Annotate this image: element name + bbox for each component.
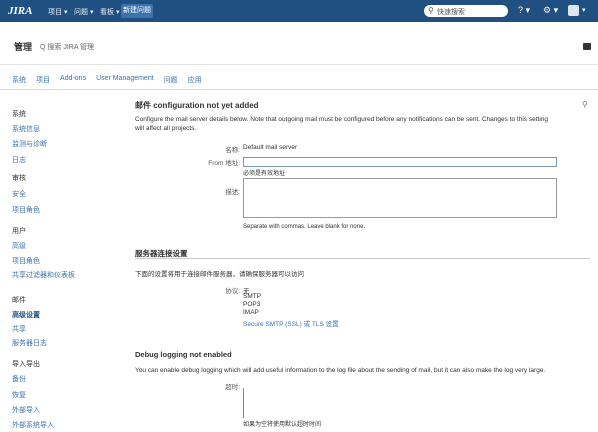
- timeout-help: 如果为空将使用默认超时时间: [243, 422, 322, 428]
- page-title: 管理: [14, 42, 33, 52]
- protocol-option[interactable]: IMAP: [243, 309, 259, 316]
- from-address-label: From 地址:: [208, 160, 240, 167]
- menu-boards[interactable]: 看板 ▾: [100, 7, 119, 17]
- sidebar-item[interactable]: 外部系统导入: [12, 420, 54, 430]
- name-value: Default mail server: [243, 144, 298, 151]
- sidebar-item[interactable]: 监测与诊断: [12, 139, 47, 149]
- sidebar-item[interactable]: 项目角色: [12, 256, 40, 266]
- from-address-help: 必须是有效地址: [243, 171, 286, 177]
- debug-description: You can enable debug logging which will …: [135, 367, 546, 374]
- tab-issues[interactable]: 问题: [164, 75, 178, 85]
- tabs-divider: [0, 89, 598, 90]
- search-icon: ⚲: [428, 6, 434, 15]
- menu-projects[interactable]: 项目 ▾: [48, 7, 67, 17]
- from-address-field[interactable]: [243, 157, 557, 167]
- description-help: Separate with commas. Leave blank for no…: [243, 224, 366, 230]
- chevron-down-icon[interactable]: ▾: [582, 6, 586, 14]
- admin-menu-icon[interactable]: [583, 43, 591, 50]
- sidebar-item[interactable]: 备份: [12, 374, 26, 384]
- sidebar-item[interactable]: 恢复: [12, 390, 26, 400]
- sidebar-item[interactable]: 项目角色: [12, 205, 40, 215]
- section-description: Configure the mail server details below.…: [135, 116, 548, 123]
- sidebar-item[interactable]: 高级: [12, 241, 26, 251]
- sidebar-heading: 审核: [12, 175, 26, 182]
- protocol-label: 协议:: [225, 288, 240, 295]
- quick-search-placeholder: 快速搜索: [437, 9, 465, 16]
- timeout-field[interactable]: [243, 388, 244, 418]
- sidebar-item[interactable]: 系统信息: [12, 124, 40, 134]
- protocol-option[interactable]: SMTP: [243, 293, 261, 300]
- description-field[interactable]: [243, 178, 557, 218]
- gear-icon[interactable]: ⚙ ▾: [543, 5, 558, 16]
- sidebar-item[interactable]: 外部导入: [12, 405, 40, 415]
- tab-projects[interactable]: 项目: [36, 75, 50, 85]
- user-avatar[interactable]: [568, 5, 579, 16]
- tab-addons[interactable]: Add-ons: [60, 75, 86, 85]
- sidebar-item-selected[interactable]: 高级设置: [12, 310, 40, 320]
- tab-system[interactable]: 系统: [12, 75, 26, 85]
- description-label: 描述:: [225, 189, 240, 196]
- sidebar-item[interactable]: 共享: [12, 324, 26, 334]
- section-title: 邮件 configuration not yet added: [135, 101, 259, 110]
- jira-logo[interactable]: JIRA: [8, 5, 32, 17]
- admin-search-input[interactable]: Q 搜索 JIRA 管理: [40, 42, 94, 52]
- name-label: 名称:: [225, 147, 240, 154]
- section-description: will affect all projects.: [135, 125, 197, 132]
- menu-issues[interactable]: 问题 ▾: [74, 7, 93, 17]
- server-connection-description: 下面的设置将用于连接邮件服务器，请确保服务器可以访问: [135, 271, 304, 278]
- sidebar-heading: 用户: [12, 228, 26, 235]
- section-divider: [135, 258, 590, 259]
- sidebar-item[interactable]: 服务器日志: [12, 338, 47, 348]
- create-issue-button[interactable]: 新建问题: [121, 4, 153, 18]
- sidebar-item[interactable]: 安全: [12, 189, 26, 199]
- timeout-label: 超时:: [225, 384, 240, 391]
- sidebar-item[interactable]: 日志: [12, 155, 26, 165]
- help-icon[interactable]: ? ▾: [518, 5, 530, 16]
- admin-tabs: 系统 项目 Add-ons User Management 问题 应用: [12, 75, 202, 85]
- tab-applications[interactable]: 应用: [188, 75, 202, 85]
- protocol-option[interactable]: POP3: [243, 301, 260, 308]
- sidebar-item[interactable]: 共享过滤器和仪表板: [12, 270, 75, 280]
- search-icon[interactable]: ⚲: [582, 100, 588, 109]
- protocol-option-link[interactable]: Secure SMTP (SSL) 或 TLS 设置: [243, 318, 339, 328]
- debug-heading: Debug logging not enabled: [135, 350, 232, 359]
- sidebar-heading: 导入导出: [12, 361, 40, 368]
- tab-user-management[interactable]: User Management: [96, 75, 154, 85]
- quick-search-input[interactable]: ⚲ 快速搜索: [424, 5, 508, 17]
- sidebar-heading: 邮件: [12, 297, 26, 304]
- sidebar-heading: 系统: [12, 111, 26, 118]
